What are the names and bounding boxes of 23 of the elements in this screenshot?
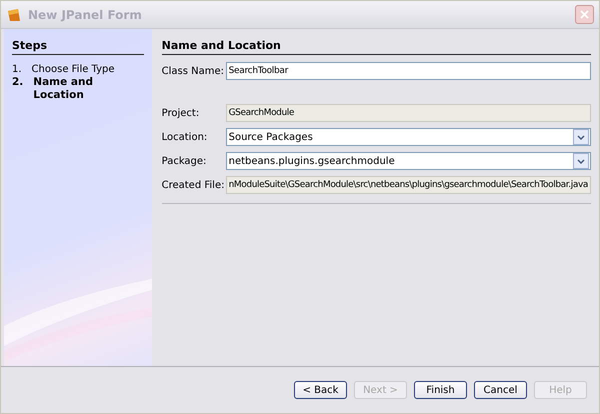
input-field[interactable]: GSearchModule: [226, 104, 591, 122]
steps-title: Steps: [12, 39, 144, 55]
field-label: Class Name:: [162, 66, 222, 76]
input-field[interactable]: SearchToolbar: [226, 62, 591, 80]
close-button[interactable]: [575, 5, 594, 24]
section-title: Name and Location: [162, 39, 591, 55]
dialog-button[interactable]: Cancel: [474, 381, 527, 399]
window-title: New JPanel Form: [28, 8, 143, 22]
chevron-down-icon: [573, 129, 589, 145]
dialog-button[interactable]: Finish: [414, 381, 467, 399]
step-item: 2. Name and Location: [12, 76, 94, 102]
field-label: Created File:: [162, 180, 222, 190]
field-label: Package:: [162, 156, 208, 166]
dropdown[interactable]: Source Packages: [226, 128, 591, 146]
step-item: 1. Choose File Type: [12, 63, 116, 76]
app-icon: [6, 6, 22, 22]
dialog-button[interactable]: < Back: [294, 381, 347, 399]
chevron-down-icon: [573, 153, 589, 169]
field-label: Project:: [162, 108, 200, 118]
close-icon: [580, 10, 589, 19]
dropdown[interactable]: netbeans.plugins.gsearchmodule: [226, 152, 591, 170]
field-label: Location:: [162, 132, 208, 142]
input-field[interactable]: nModuleSuite\GSearchModule\src\netbeans\plugins\gsearchmodule\SearchToolbar.java: [226, 176, 591, 194]
